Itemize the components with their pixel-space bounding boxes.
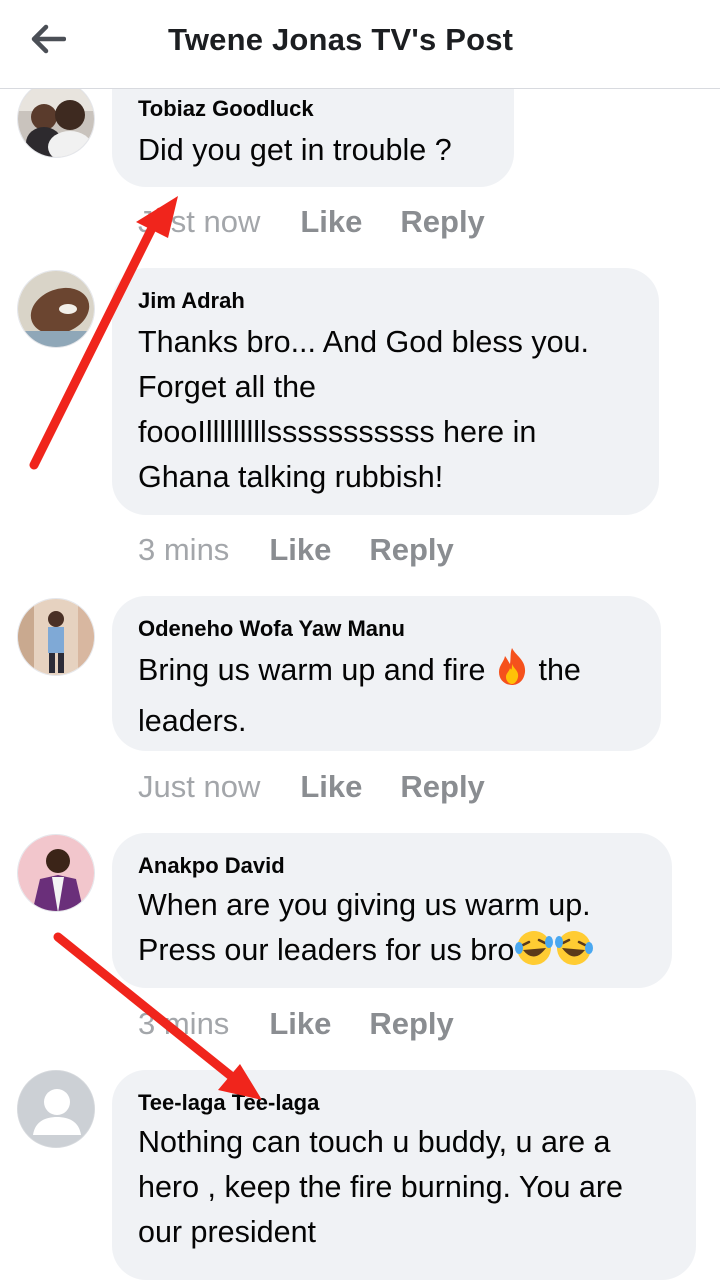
comment-text-part: Bring us warm up and fire: [138, 653, 494, 687]
comment-actions: 3 mins Like Reply: [138, 530, 492, 570]
comment-timestamp: 3 mins: [138, 1006, 230, 1041]
reply-button[interactable]: Reply: [400, 204, 484, 240]
comment-actions: Just now Like Reply: [138, 202, 523, 242]
default-avatar-icon: [18, 1071, 94, 1147]
like-button[interactable]: Like: [300, 204, 362, 240]
post-header: Twene Jonas TV's Post: [0, 0, 720, 89]
like-button[interactable]: Like: [269, 532, 331, 568]
laughing-tears-icon: [514, 928, 554, 981]
comment-author[interactable]: Odeneho Wofa Yaw Manu: [138, 616, 405, 642]
comment-text-part: the: [530, 653, 581, 687]
comment-text: Did you get in trouble ?: [138, 133, 452, 167]
comment-bubble: Jim Adrah Thanks bro... And God bless yo…: [112, 268, 659, 515]
comment-bubble: Tobiaz Goodluck Did you get in trouble ?: [112, 88, 514, 187]
comment-text: Nothing can touch u buddy, u are a hero …: [138, 1125, 623, 1249]
comment-text: Thanks bro... And God bless you. Forget …: [138, 325, 589, 494]
comment-author[interactable]: Tobiaz Goodluck: [138, 96, 314, 122]
laughing-tears-icon: [554, 928, 594, 981]
comment-author[interactable]: Anakpo David: [138, 853, 285, 879]
reply-button[interactable]: Reply: [400, 769, 484, 805]
reply-button[interactable]: Reply: [369, 1006, 453, 1042]
comments-list: Tobiaz Goodluck Did you get in trouble ?…: [0, 0, 720, 1280]
comment-text: When are you giving us warm up. Press ou…: [138, 883, 594, 981]
avatar[interactable]: [17, 1070, 95, 1148]
comment-author[interactable]: Tee-laga Tee-laga: [138, 1090, 319, 1116]
comment-bubble: Anakpo David When are you giving us warm…: [112, 833, 672, 988]
comment-author[interactable]: Jim Adrah: [138, 288, 245, 314]
avatar[interactable]: [17, 834, 95, 912]
back-button[interactable]: [22, 14, 74, 64]
fire-icon: [494, 646, 530, 699]
comment-actions: 3 mins Like Reply: [138, 1004, 492, 1044]
comment-timestamp: Just now: [138, 204, 261, 239]
comment-actions: Just now Like Reply: [138, 767, 523, 807]
avatar[interactable]: [17, 80, 95, 158]
reply-button[interactable]: Reply: [369, 532, 453, 568]
comment-text-line: Press our leaders for us bro: [138, 933, 515, 967]
arrow-left-icon: [31, 24, 66, 54]
comment-timestamp: Just now: [138, 769, 261, 804]
like-button[interactable]: Like: [300, 769, 362, 805]
comment-text-line: leaders.: [138, 704, 247, 738]
page-title: Twene Jonas TV's Post: [168, 22, 514, 57]
avatar[interactable]: [17, 598, 95, 676]
comment-bubble: Odeneho Wofa Yaw Manu Bring us warm up a…: [112, 596, 661, 751]
avatar[interactable]: [17, 270, 95, 348]
comment-text: Bring us warm up and fire the leaders.: [138, 646, 581, 744]
comment-timestamp: 3 mins: [138, 532, 230, 567]
comment-bubble: Tee-laga Tee-laga Nothing can touch u bu…: [112, 1070, 696, 1280]
like-button[interactable]: Like: [269, 1006, 331, 1042]
comment-text-line: When are you giving us warm up.: [138, 888, 591, 922]
